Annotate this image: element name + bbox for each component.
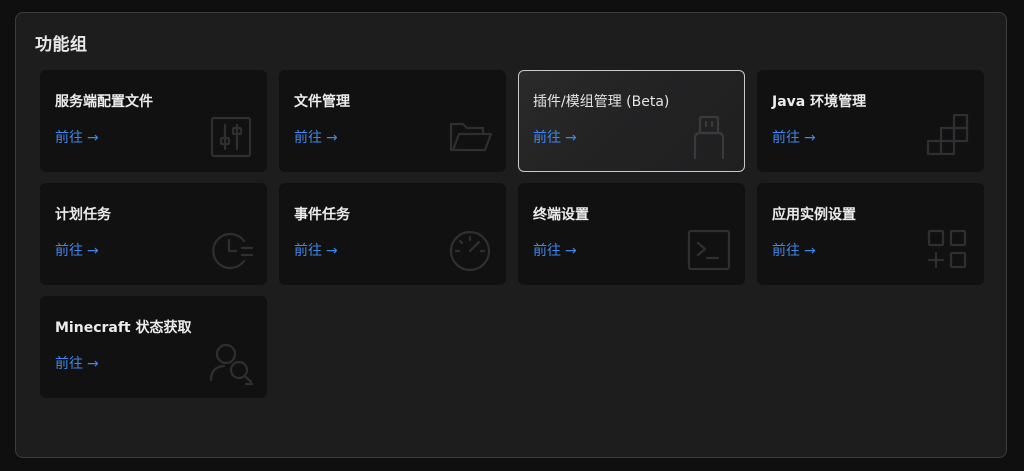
card-title: 插件/模组管理 (Beta) — [533, 94, 670, 110]
card-title: Minecraft 状态获取 — [55, 320, 192, 336]
arrow-right-icon: → — [565, 243, 577, 259]
goto-link[interactable]: 前往 → — [55, 127, 99, 147]
card-title: 计划任务 — [55, 207, 111, 223]
goto-link[interactable]: 前往 → — [772, 240, 816, 260]
arrow-right-icon: → — [804, 130, 816, 146]
arrow-right-icon: → — [87, 243, 99, 259]
goto-link-label: 前往 — [55, 130, 83, 146]
card-title: 事件任务 — [294, 207, 350, 223]
goto-link-label: 前往 — [55, 243, 83, 259]
app-grid-icon — [925, 227, 971, 273]
card-app-instance-settings[interactable]: 应用实例设置 前往 → — [757, 183, 984, 285]
goto-link-label: 前往 — [55, 356, 83, 372]
arrow-right-icon: → — [804, 243, 816, 259]
goto-link-label: 前往 — [772, 243, 800, 259]
function-card-grid: 服务端配置文件 前往 → 文件管理 前往 → 插件/模组管理 (Beta) 前往… — [40, 70, 986, 398]
card-file-manager[interactable]: 文件管理 前往 → — [279, 70, 506, 172]
card-title: Java 环境管理 — [772, 94, 867, 110]
arrow-right-icon: → — [87, 356, 99, 372]
goto-link-label: 前往 — [294, 130, 322, 146]
goto-link[interactable]: 前往 → — [294, 240, 338, 260]
goto-link-label: 前往 — [772, 130, 800, 146]
card-title: 服务端配置文件 — [55, 94, 153, 110]
arrow-right-icon: → — [326, 243, 338, 259]
arrow-right-icon: → — [565, 130, 577, 146]
arrow-right-icon: → — [87, 130, 99, 146]
goto-link[interactable]: 前往 → — [533, 127, 577, 147]
goto-link[interactable]: 前往 → — [55, 353, 99, 373]
panel-title: 功能组 — [35, 35, 88, 55]
goto-link-label: 前往 — [533, 130, 561, 146]
folder-icon — [447, 114, 493, 160]
card-title: 终端设置 — [533, 207, 589, 223]
goto-link[interactable]: 前往 → — [55, 240, 99, 260]
card-java-env-manager[interactable]: Java 环境管理 前往 → — [757, 70, 984, 172]
card-title: 文件管理 — [294, 94, 350, 110]
goto-link-label: 前往 — [533, 243, 561, 259]
user-search-icon — [208, 340, 254, 386]
terminal-icon — [686, 227, 732, 273]
schedule-clock-icon — [208, 227, 254, 273]
card-minecraft-status[interactable]: Minecraft 状态获取 前往 → — [40, 296, 267, 398]
goto-link[interactable]: 前往 → — [533, 240, 577, 260]
blocks-icon — [925, 114, 971, 160]
goto-link[interactable]: 前往 → — [294, 127, 338, 147]
function-group-panel: 功能组 服务端配置文件 前往 → 文件管理 前往 → 插件/模组管理 (Beta… — [15, 12, 1007, 458]
card-plugin-mod-manager[interactable]: 插件/模组管理 (Beta) 前往 → — [518, 70, 745, 172]
card-title: 应用实例设置 — [772, 207, 856, 223]
card-terminal-settings[interactable]: 终端设置 前往 → — [518, 183, 745, 285]
card-event-tasks[interactable]: 事件任务 前往 → — [279, 183, 506, 285]
arrow-right-icon: → — [326, 130, 338, 146]
goto-link[interactable]: 前往 → — [772, 127, 816, 147]
usb-plug-icon — [686, 114, 732, 160]
card-scheduled-tasks[interactable]: 计划任务 前往 → — [40, 183, 267, 285]
goto-link-label: 前往 — [294, 243, 322, 259]
speedometer-icon — [447, 227, 493, 273]
sliders-icon — [208, 114, 254, 160]
card-server-config[interactable]: 服务端配置文件 前往 → — [40, 70, 267, 172]
